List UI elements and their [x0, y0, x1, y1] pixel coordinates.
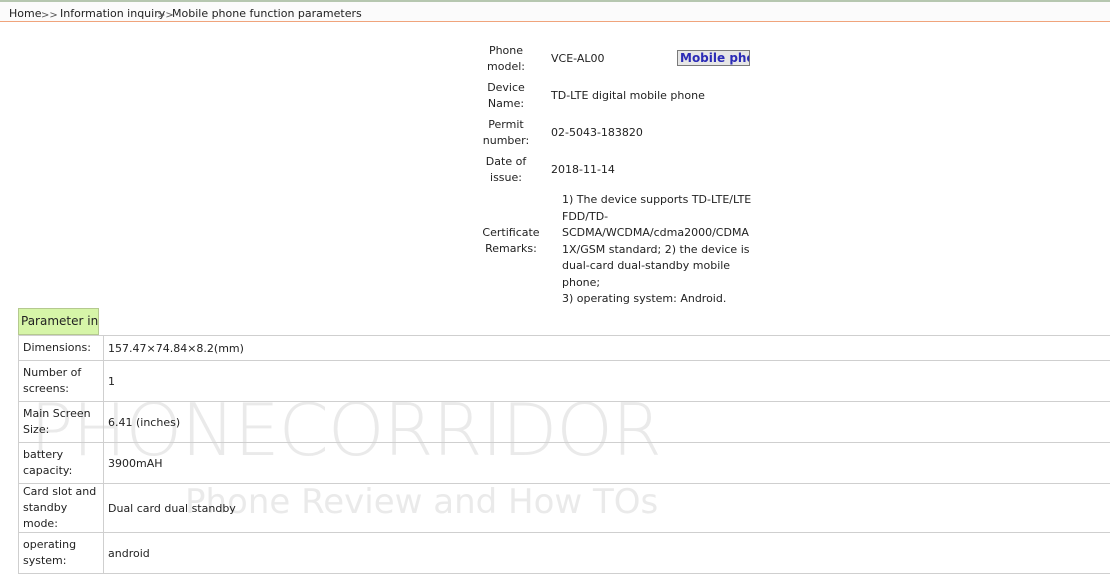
param-value: 157.47×74.84×8.2(mm) [104, 336, 1110, 361]
remarks-line: SCDMA/WCDMA/cdma2000/CDMA [562, 225, 762, 242]
table-row: operating system: android [19, 533, 1110, 574]
param-key: battery capacity: [19, 443, 104, 484]
param-key: Dimensions: [19, 336, 104, 361]
param-value: android [104, 533, 1110, 574]
remarks-line: FDD/TD- [562, 209, 762, 226]
permit-number-value: 02-5043-183820 [551, 125, 643, 141]
table-row: Dimensions: 157.47×74.84×8.2(mm) [19, 336, 1110, 361]
breadcrumb: Home >> Information inquiry >> Mobile ph… [0, 0, 1110, 22]
param-value: 1 [104, 361, 1110, 402]
table-row: Card slot and standby mode: Dual card du… [19, 484, 1110, 533]
mobile-phone-button[interactable]: Mobile phon [677, 50, 750, 66]
param-key: Card slot and standby mode: [19, 484, 104, 533]
certificate-remarks-label: Certificate Remarks: [478, 225, 544, 257]
param-value: Dual card dual standby [104, 484, 1110, 533]
remarks-line: 1) The device supports TD-LTE/LTE [562, 192, 762, 209]
date-of-issue-value: 2018-11-14 [551, 162, 615, 178]
parameter-table: Dimensions: 157.47×74.84×8.2(mm) Number … [18, 335, 1110, 574]
device-name-value: TD-LTE digital mobile phone [551, 88, 705, 104]
table-row: Main Screen Size: 6.41 (inches) [19, 402, 1110, 443]
breadcrumb-home-link[interactable]: Home [9, 7, 41, 20]
param-value: 6.41 (inches) [104, 402, 1110, 443]
breadcrumb-separator: >> [41, 10, 58, 21]
device-name-label: Device Name: [478, 80, 534, 112]
table-row: Number of screens: 1 [19, 361, 1110, 402]
parameter-info-header: Parameter info [18, 308, 99, 335]
permit-number-label: Permit number: [478, 117, 534, 149]
breadcrumb-current: Mobile phone function parameters [172, 7, 362, 20]
phone-model-label: Phone model: [478, 43, 534, 75]
phone-model-value: VCE-AL00 [551, 51, 605, 67]
param-key: Number of screens: [19, 361, 104, 402]
param-value: 3900mAH [104, 443, 1110, 484]
remarks-line: dual-card dual-standby mobile phone; [562, 258, 762, 291]
param-key: Main Screen Size: [19, 402, 104, 443]
table-row: battery capacity: 3900mAH [19, 443, 1110, 484]
breadcrumb-info-link[interactable]: Information inquiry [60, 7, 165, 20]
date-of-issue-label: Date of issue: [478, 154, 534, 186]
certificate-remarks-value: 1) The device supports TD-LTE/LTE FDD/TD… [562, 192, 762, 308]
param-key: operating system: [19, 533, 104, 574]
remarks-line: 1X/GSM standard; 2) the device is [562, 242, 762, 259]
remarks-line: 3) operating system: Android. [562, 291, 762, 308]
